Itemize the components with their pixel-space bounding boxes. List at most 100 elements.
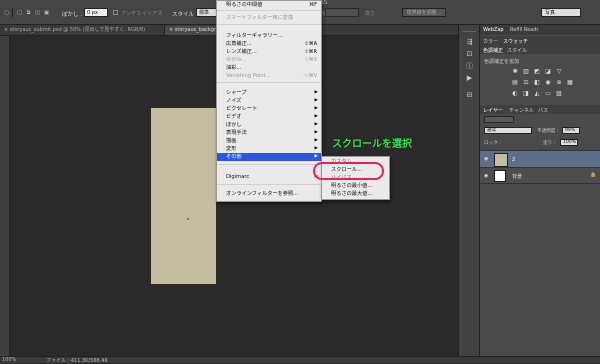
layer-row[interactable]: ◉ 背景 🔒	[480, 168, 600, 184]
menu-item-oil-paint[interactable]: 油彩...	[217, 64, 321, 72]
history-icon[interactable]: ⊡	[466, 50, 473, 58]
marquee-tool-icon[interactable]: ▢	[3, 9, 10, 16]
exposure-icon[interactable]: ◪	[544, 68, 552, 76]
eye-icon[interactable]: ◉	[484, 173, 488, 179]
workspace-select[interactable]: 写真	[541, 8, 581, 17]
properties-icon[interactable]: ⊟	[466, 91, 473, 99]
tab-color[interactable]: カラー	[483, 38, 498, 45]
submenu-arrow-icon: ▶	[314, 130, 318, 135]
layer-row[interactable]: ◉ 2	[480, 150, 600, 168]
gradient-map-icon[interactable]: ▭	[544, 90, 552, 98]
menu-item-noise[interactable]: ノイズ ▶	[217, 97, 321, 105]
layers-tabbar: レイヤー チャンネル パス	[480, 105, 600, 114]
layer-thumbnail	[494, 170, 506, 182]
menu-item-digimarc[interactable]: Digimarc ▶	[217, 173, 321, 181]
blend-mode-select[interactable]: 通常	[484, 127, 532, 134]
tab-webzap[interactable]: WebZap	[483, 27, 504, 33]
submenu-arrow-icon: ▶	[314, 114, 318, 119]
speck	[187, 218, 189, 220]
adjust-tabbar: 色調補正 スタイル	[480, 45, 600, 54]
photo-filter-icon[interactable]: ◉	[544, 79, 552, 87]
right-panels: WebZap Reflll Readr カラー スウォッチ 色調補正 スタイル …	[480, 25, 600, 356]
color-tabbar: カラー スウォッチ	[480, 36, 600, 45]
color-balance-icon[interactable]: ⚖	[522, 79, 530, 87]
tab-reflll[interactable]: Reflll Readr	[510, 27, 538, 33]
invert-icon[interactable]: ◐	[511, 90, 519, 98]
height-label: 高さ	[365, 11, 376, 17]
new-selection-icon[interactable]: □	[16, 9, 23, 16]
refine-edge-button[interactable]: 境界線を調整...	[402, 8, 446, 17]
menu-item-smart-filter[interactable]: スマートフィルター用に変換	[217, 14, 321, 22]
submenu-arrow-icon: ▶	[314, 146, 318, 151]
annotation-caption: スクロールを選択	[332, 139, 412, 150]
layer-name[interactable]: 2	[512, 157, 515, 163]
menu-item-pixelate[interactable]: ピクセレート ▶	[217, 105, 321, 113]
menu-item-browse-online[interactable]: オンラインフィルターを参照...	[217, 190, 321, 198]
menu-item-maximum[interactable]: 明るさの最大値...	[322, 190, 389, 198]
layer-name[interactable]: 背景	[512, 173, 522, 180]
color-lookup-icon[interactable]: ▦	[566, 79, 574, 87]
posterize-icon[interactable]: ◨	[522, 90, 530, 98]
divider	[217, 164, 321, 165]
tab-swatches[interactable]: スウォッチ	[503, 38, 528, 45]
subtract-selection-icon[interactable]: ◫	[34, 9, 41, 16]
zoom-level[interactable]: 100%	[2, 357, 16, 363]
submenu-arrow-icon: ▶	[314, 106, 318, 111]
menu-item-minimum[interactable]: 明るさの最小値...	[322, 182, 389, 190]
tab-storyauc-background[interactable]: × storyauc_backgrou	[165, 26, 216, 35]
add-selection-icon[interactable]: ⧉	[25, 9, 32, 16]
width-field[interactable]	[325, 8, 359, 17]
black-white-icon[interactable]: ◧	[533, 79, 541, 87]
info-icon[interactable]: ⓘ	[466, 62, 473, 70]
play-icon[interactable]: ▶	[466, 74, 473, 82]
selective-color-icon[interactable]: ▧	[555, 90, 563, 98]
vibrance-icon[interactable]: ▽	[555, 68, 563, 76]
status-bar: 100% ファイル : 411.3K/568.4K	[0, 356, 600, 364]
tools-panel	[0, 36, 10, 356]
style-label: スタイル :	[172, 12, 198, 18]
submenu-arrow-icon: ▶	[314, 154, 318, 159]
brightness-icon[interactable]: ✺	[511, 68, 519, 76]
curves-icon[interactable]: ◩	[533, 68, 541, 76]
tab-paths[interactable]: パス	[538, 107, 548, 114]
eye-icon[interactable]: ◉	[484, 156, 488, 162]
antialias-checkbox[interactable]	[113, 10, 118, 15]
adjust-icon[interactable]: ⇶	[466, 38, 473, 46]
panel-tabbar: WebZap Reflll Readr	[480, 25, 600, 35]
threshold-icon[interactable]: ◭	[533, 90, 541, 98]
menu-item-video[interactable]: ビデオ ▶	[217, 113, 321, 121]
tab-layers[interactable]: レイヤー	[483, 107, 503, 114]
fill-input[interactable]: 100%	[560, 139, 578, 146]
submenu-arrow-icon: ▶	[314, 122, 318, 127]
divider	[12, 8, 13, 17]
menu-item-sharpen[interactable]: シャープ ▶	[217, 89, 321, 97]
divider	[217, 10, 321, 11]
layer-filter-select[interactable]	[484, 116, 514, 123]
submenu-arrow-icon: ▶	[314, 90, 318, 95]
opacity-input[interactable]: 99%	[562, 127, 580, 134]
tab-storyauc-submit[interactable]: × storyauc_submit.psd @ 50% (見出しで見やすく, R…	[0, 26, 165, 35]
tab-adjustments[interactable]: 色調補正	[483, 47, 503, 54]
levels-icon[interactable]: ▥	[522, 68, 530, 76]
menu-item-liquify[interactable]: ゆがみ... ⇧⌘X	[217, 56, 321, 64]
filter-menu: 明るさの中間値 ⌘F スマートフィルター用に変換 フィルターギャラリー... 広角…	[216, 0, 322, 202]
menu-item-vanishing-point[interactable]: Vanishing Point... ⌥⌘V	[217, 72, 321, 80]
menu-item-blur[interactable]: ぼかし ▶	[217, 121, 321, 129]
style-select[interactable]: 標準	[196, 8, 218, 17]
feather-input[interactable]: 0 px	[84, 8, 108, 17]
menu-item-lens-correction[interactable]: レンズ補正... ⇧⌘R	[217, 48, 321, 56]
menu-item-distort[interactable]: 変形 ▶	[217, 145, 321, 153]
opacity-label: 不透明度 :	[537, 129, 559, 134]
menu-item-render[interactable]: 描画 ▶	[217, 137, 321, 145]
menu-item-other[interactable]: その他 ▶	[217, 153, 321, 161]
fill-label: 塗り :	[543, 141, 556, 146]
menu-item-filter-gallery[interactable]: フィルターギャラリー...	[217, 32, 321, 40]
hue-saturation-icon[interactable]: ▤	[511, 79, 519, 87]
menu-item-stylize[interactable]: 表現手法 ▶	[217, 129, 321, 137]
channel-mixer-icon[interactable]: ⊕	[555, 79, 563, 87]
tab-styles[interactable]: スタイル	[507, 47, 527, 54]
menu-item-wide-angle[interactable]: 広角補正... ⇧⌘A	[217, 40, 321, 48]
intersect-selection-icon[interactable]: ▣	[43, 9, 50, 16]
menu-item-last-filter[interactable]: 明るさの中間値 ⌘F	[217, 1, 321, 9]
tab-channels[interactable]: チャンネル	[509, 107, 534, 114]
